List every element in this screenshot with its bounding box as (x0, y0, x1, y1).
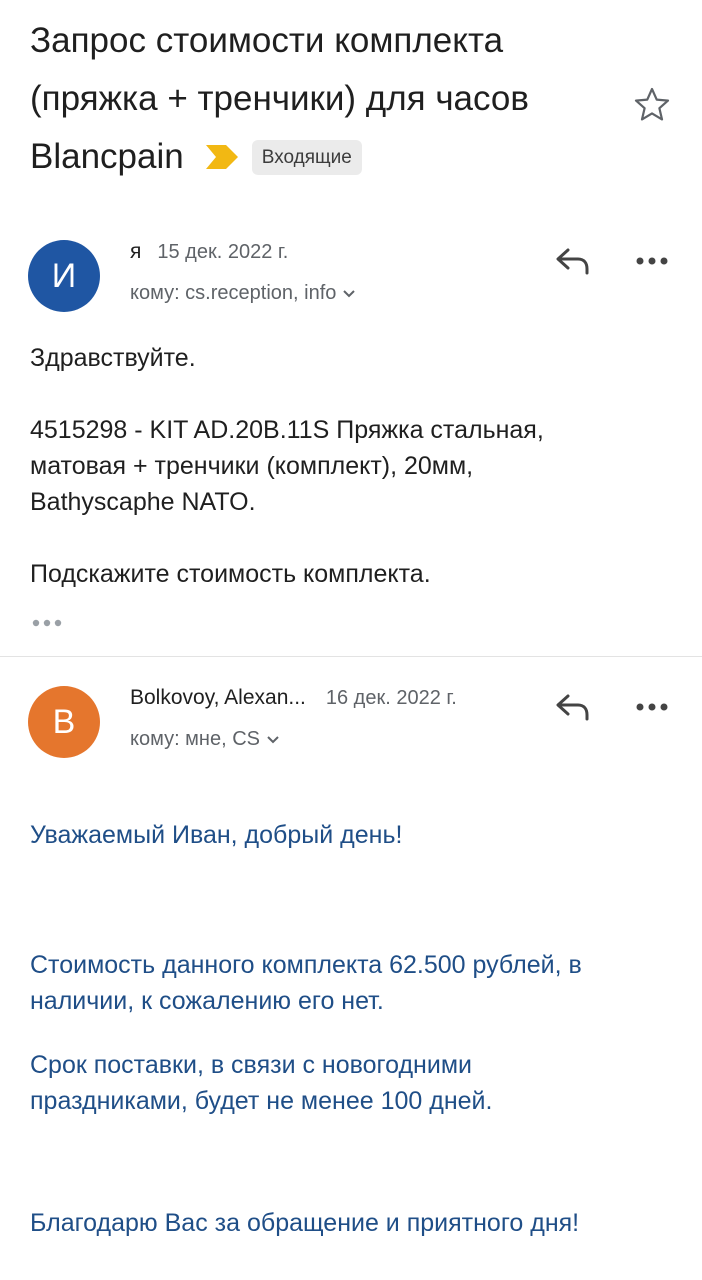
subject-line-1: Запрос стоимости комплекта (30, 21, 504, 60)
avatar[interactable]: И (28, 240, 100, 312)
subject-line-3: Blancpain (30, 137, 184, 176)
sender-row: я 15 дек. 2022 г. (130, 240, 288, 264)
body-line: Bathyscaphe NATO. (30, 488, 256, 516)
recipient-details[interactable]: кому: мне, CS (130, 728, 280, 751)
closing-line: Благодарю Вас за обращение и приятного д… (30, 1209, 580, 1237)
message-2-header[interactable]: B Bolkovoy, Alexan... 16 дек. 2022 г. ко… (0, 686, 702, 766)
avatar[interactable]: B (28, 686, 100, 758)
email-subject: Запрос стоимости комплекта (пряжка + тре… (30, 12, 630, 186)
recipient-details[interactable]: кому: cs.reception, info (130, 282, 356, 305)
reply-icon[interactable] (554, 246, 592, 276)
body-line: праздниками, будет не менее 100 дней. (30, 1087, 493, 1115)
body-line: Подскажите стоимость комплекта. (30, 560, 431, 588)
body-line: наличии, к сожалению его нет. (30, 987, 384, 1015)
body-line: Стоимость данного комплекта 62.500 рубле… (30, 951, 582, 979)
more-options-icon[interactable] (634, 254, 670, 268)
message-date: 15 дек. 2022 г. (157, 241, 289, 263)
chevron-down-icon[interactable] (342, 289, 356, 299)
reply-icon[interactable] (554, 692, 592, 722)
body-line: 4515298 - KIT AD.20B.11S Пряжка стальная… (30, 416, 544, 444)
inbox-label-chip[interactable]: Входящие (251, 139, 362, 175)
subject-line-2: (пряжка + тренчики) для часов (30, 79, 529, 118)
trimmed-content-icon[interactable] (30, 616, 66, 630)
importance-marker-icon[interactable] (205, 145, 238, 169)
chevron-down-icon[interactable] (266, 735, 280, 745)
message-2-body: Уважаемый Иван, добрый день! Стоимость д… (30, 817, 690, 1241)
sender-name: я (130, 240, 142, 263)
sender-row: Bolkovoy, Alexan... 16 дек. 2022 г. (130, 686, 457, 710)
message-1-header[interactable]: И я 15 дек. 2022 г. кому: cs.reception, … (0, 240, 702, 320)
sender-name: Bolkovoy, Alexan... (130, 686, 306, 709)
message-date: 16 дек. 2022 г. (325, 687, 457, 709)
recipients-text: кому: cs.reception, info (130, 282, 337, 304)
more-options-icon[interactable] (634, 700, 670, 714)
recipients-text: кому: мне, CS (130, 728, 260, 750)
greeting: Уважаемый Иван, добрый день! (30, 821, 403, 849)
body-line: матовая + тренчики (комплект), 20мм, (30, 452, 474, 480)
message-1-body: Здравствуйте. 4515298 - KIT AD.20B.11S П… (30, 340, 670, 592)
star-icon[interactable] (632, 85, 672, 125)
greeting: Здравствуйте. (30, 344, 196, 372)
body-line: Срок поставки, в связи с новогодними (30, 1051, 472, 1079)
subject-line-3-row: Blancpain Входящие (30, 128, 630, 186)
message-divider (0, 656, 702, 657)
